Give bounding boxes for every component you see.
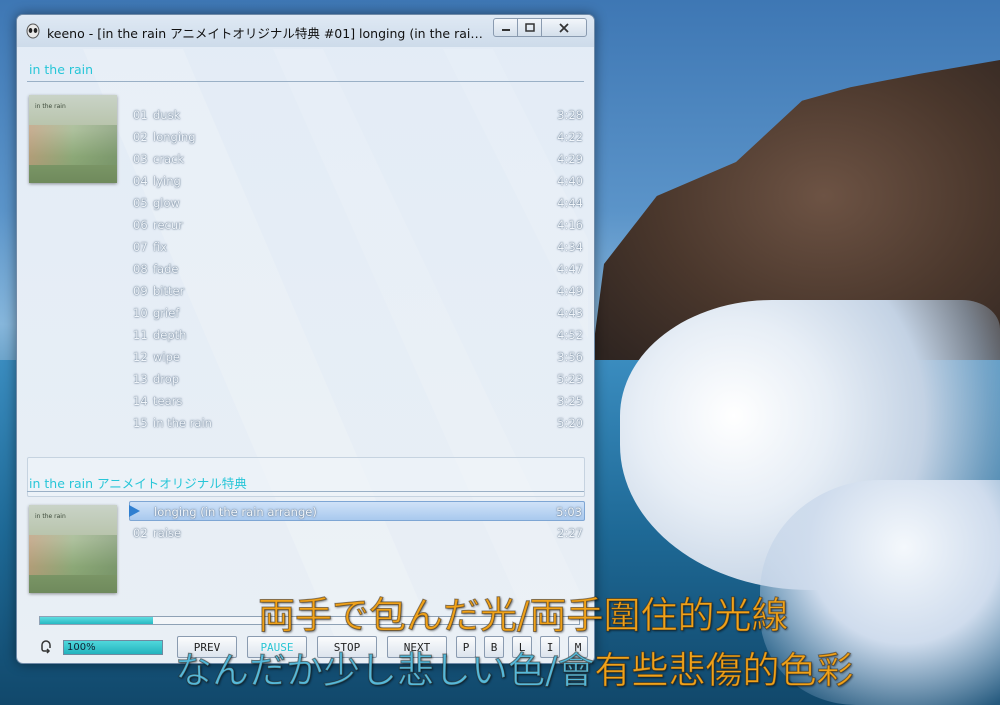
window-title: keeno - [in the rain アニメイトオリジナル特典 #01] l… bbox=[47, 26, 487, 41]
playlist-area: in the rain in the rain 01 dusk 3:28 02 long… bbox=[23, 49, 588, 658]
track-name: raise bbox=[153, 526, 182, 540]
track-name: lying bbox=[153, 174, 181, 188]
track-name: depth bbox=[153, 328, 187, 342]
track-duration: 4:49 bbox=[557, 284, 583, 298]
track-number: 06 bbox=[133, 218, 148, 232]
track-number: 11 bbox=[133, 328, 148, 342]
close-button[interactable] bbox=[541, 18, 587, 37]
track-name: dusk bbox=[153, 108, 181, 122]
album-cover-image bbox=[29, 125, 117, 165]
track-row[interactable]: 08 fade 4:47 bbox=[129, 259, 585, 279]
album-title: in the rain bbox=[29, 62, 94, 77]
track-row[interactable]: 01 dusk 3:28 bbox=[129, 105, 585, 125]
track-name: longing bbox=[153, 130, 196, 144]
track-name: longing (in the rain arrange) bbox=[154, 505, 317, 519]
track-duration: 4:34 bbox=[557, 240, 583, 254]
track-duration: 4:29 bbox=[557, 152, 583, 166]
track-name: recur bbox=[153, 218, 183, 232]
minimize-icon bbox=[501, 28, 510, 31]
track-duration: 2:27 bbox=[557, 526, 583, 540]
track-number: 02 bbox=[133, 526, 148, 540]
volume-bar[interactable]: 100% bbox=[63, 640, 163, 655]
track-duration: 3:56 bbox=[557, 350, 583, 364]
track-name: drop bbox=[153, 372, 180, 386]
track-number: 15 bbox=[133, 416, 148, 430]
alien-app-icon bbox=[26, 23, 40, 39]
minimize-button[interactable] bbox=[493, 18, 518, 37]
album-cover-2: in the rain bbox=[29, 505, 117, 593]
now-playing-icon bbox=[129, 505, 140, 517]
album-divider bbox=[27, 81, 584, 82]
album-title-2: in the rain アニメイトオリジナル特典 bbox=[29, 476, 247, 491]
track-name: grief bbox=[153, 306, 180, 320]
track-row[interactable]: 02 raise 2:27 bbox=[129, 523, 585, 543]
track-row[interactable]: 06 recur 4:16 bbox=[129, 215, 585, 235]
track-duration: 3:25 bbox=[557, 394, 583, 408]
repeat-icon[interactable] bbox=[39, 640, 53, 654]
lyric-line-2: なんだか少し悲しい色/會有些悲傷的色彩 bbox=[174, 640, 854, 694]
track-number: 13 bbox=[133, 372, 148, 386]
track-number: 04 bbox=[133, 174, 148, 188]
track-duration: 4:16 bbox=[557, 218, 583, 232]
lyric-line-2-japanese: なんだか少し悲しい色/會 bbox=[174, 649, 595, 693]
track-row[interactable]: 10 grief 4:43 bbox=[129, 303, 585, 323]
track-name: tears bbox=[153, 394, 183, 408]
track-number: 03 bbox=[133, 152, 148, 166]
track-name: wipe bbox=[153, 350, 180, 364]
track-row[interactable]: 05 glow 4:44 bbox=[129, 193, 585, 213]
track-duration: 4:22 bbox=[557, 130, 583, 144]
track-name: crack bbox=[153, 152, 185, 166]
track-duration: 3:28 bbox=[557, 108, 583, 122]
track-row[interactable]: 13 drop 5:23 bbox=[129, 369, 585, 389]
track-name: in the rain bbox=[153, 416, 212, 430]
album-cover: in the rain bbox=[29, 95, 117, 183]
track-row[interactable]: 03 crack 4:29 bbox=[129, 149, 585, 169]
album-divider-2 bbox=[27, 491, 584, 492]
album-cover-caption-2: in the rain bbox=[35, 513, 66, 520]
track-name: glow bbox=[153, 196, 180, 210]
lyric-line-2-chinese: 有些悲傷的色彩 bbox=[594, 649, 854, 693]
track-duration: 5:20 bbox=[557, 416, 583, 430]
track-duration: 5:03 bbox=[556, 505, 582, 519]
track-row[interactable]: 04 lying 4:40 bbox=[129, 171, 585, 191]
track-number: 09 bbox=[133, 284, 148, 298]
track-row[interactable]: 14 tears 3:25 bbox=[129, 391, 585, 411]
track-duration: 4:40 bbox=[557, 174, 583, 188]
title-bar[interactable]: keeno - [in the rain アニメイトオリジナル特典 #01] l… bbox=[17, 15, 594, 47]
track-duration: 4:44 bbox=[557, 196, 583, 210]
album-cover-image-2 bbox=[29, 535, 117, 575]
album-cover-caption: in the rain bbox=[35, 103, 66, 110]
track-name: fix bbox=[153, 240, 168, 254]
track-row[interactable]: 02 longing 4:22 bbox=[129, 127, 585, 147]
seek-bar-fill bbox=[40, 617, 154, 624]
track-row[interactable]: 11 depth 4:52 bbox=[129, 325, 585, 345]
track-number: 10 bbox=[133, 306, 148, 320]
track-number: 02 bbox=[133, 130, 148, 144]
track-row[interactable]: 09 bitter 4:49 bbox=[129, 281, 585, 301]
maximize-icon bbox=[524, 23, 535, 32]
track-number: 01 bbox=[133, 108, 148, 122]
track-name: fade bbox=[153, 262, 179, 276]
track-number: 07 bbox=[133, 240, 148, 254]
lyric-line-1: 両手で包んだ光/両手圍住的光線 bbox=[257, 594, 789, 638]
track-duration: 4:43 bbox=[557, 306, 583, 320]
track-number: 05 bbox=[133, 196, 148, 210]
track-number: 12 bbox=[133, 350, 148, 364]
track-duration: 4:47 bbox=[557, 262, 583, 276]
track-row[interactable]: 07 fix 4:34 bbox=[129, 237, 585, 257]
track-duration: 5:23 bbox=[557, 372, 583, 386]
track-row[interactable]: longing (in the rain arrange) 5:03 bbox=[129, 501, 585, 521]
track-row[interactable]: 15 in the rain 5:20 bbox=[129, 413, 585, 433]
track-name: bitter bbox=[153, 284, 185, 298]
track-duration: 4:52 bbox=[557, 328, 583, 342]
track-row[interactable]: 12 wipe 3:56 bbox=[129, 347, 585, 367]
volume-label: 100% bbox=[67, 642, 96, 653]
close-icon bbox=[559, 22, 569, 33]
player-window: keeno - [in the rain アニメイトオリジナル特典 #01] l… bbox=[16, 14, 595, 664]
track-number: 14 bbox=[133, 394, 148, 408]
maximize-button[interactable] bbox=[517, 18, 542, 37]
track-number: 08 bbox=[133, 262, 148, 276]
